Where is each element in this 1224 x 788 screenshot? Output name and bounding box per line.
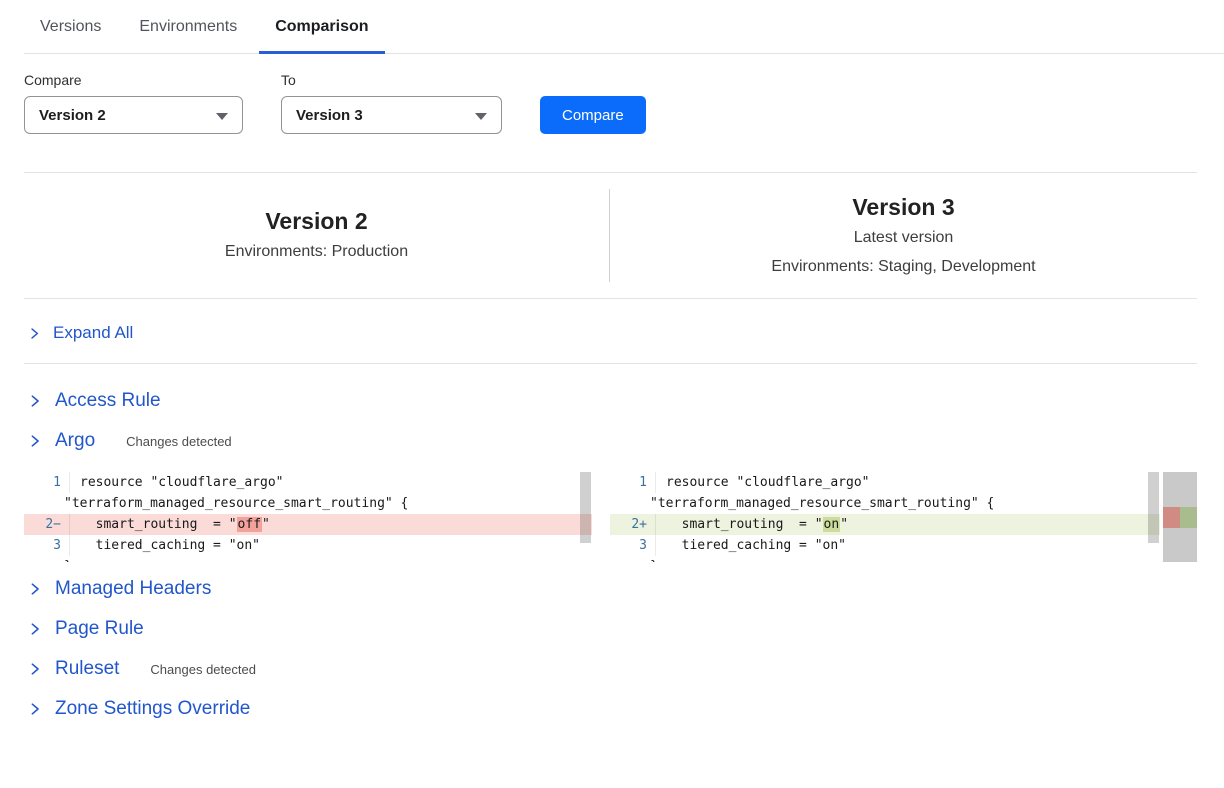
code-text: smart_routing = "off" bbox=[70, 514, 592, 535]
line-number bbox=[24, 556, 54, 562]
line-number: 3 bbox=[24, 535, 70, 556]
line-number bbox=[24, 493, 54, 514]
vertical-scrollbar[interactable] bbox=[579, 472, 592, 562]
diff-line: 1 resource "cloudflare_argo" bbox=[24, 472, 592, 493]
section-label: Argo bbox=[55, 430, 95, 452]
code-segment: smart_routing = " bbox=[666, 517, 823, 532]
section-zone-settings-override[interactable]: Zone Settings Override bbox=[28, 698, 250, 720]
comparison-page: Versions Environments Comparison Compare… bbox=[0, 0, 1224, 720]
chevron-right-icon bbox=[28, 434, 42, 448]
diff-line-clipped: } bbox=[610, 556, 1160, 562]
diff-pane-version-2: 1 resource "cloudflare_argo" "terraform_… bbox=[24, 472, 592, 562]
diff-right-group: 1 resource "cloudflare_argo" "terraform_… bbox=[610, 472, 1197, 562]
argo-diff-viewer: 1 resource "cloudflare_argo" "terraform_… bbox=[24, 472, 1197, 562]
version-right-header: Version 3 Latest version Environments: S… bbox=[610, 173, 1197, 298]
compare-from-value: Version 2 bbox=[39, 107, 106, 124]
diff-line-wrapped: "terraform_managed_resource_smart_routin… bbox=[24, 493, 592, 514]
diff-overview-ruler[interactable] bbox=[1163, 472, 1197, 562]
compare-button[interactable]: Compare bbox=[540, 96, 646, 134]
code-text: } bbox=[54, 556, 592, 562]
line-number: 2− bbox=[24, 514, 70, 535]
compare-from-field: Compare Version 2 bbox=[24, 72, 243, 134]
compare-from-label: Compare bbox=[24, 72, 243, 88]
chevron-right-icon bbox=[28, 662, 42, 676]
chevron-right-icon bbox=[28, 327, 41, 340]
section-label: Access Rule bbox=[55, 390, 161, 412]
version-right-title: Version 3 bbox=[852, 192, 954, 222]
version-headers: Version 2 Environments: Production Versi… bbox=[24, 173, 1197, 299]
scrollbar-thumb[interactable] bbox=[580, 472, 591, 543]
chevron-right-icon bbox=[28, 582, 42, 596]
changes-detected-badge: Changes detected bbox=[150, 662, 256, 677]
chevron-right-icon bbox=[28, 394, 42, 408]
tab-versions[interactable]: Versions bbox=[24, 0, 117, 53]
code-text: } bbox=[640, 556, 1160, 562]
line-number: 1 bbox=[24, 472, 70, 493]
section-access-rule[interactable]: Access Rule bbox=[28, 390, 161, 412]
version-left-title: Version 2 bbox=[265, 206, 367, 236]
section-managed-headers[interactable]: Managed Headers bbox=[28, 578, 211, 600]
compare-to-label: To bbox=[281, 72, 502, 88]
line-number bbox=[610, 493, 640, 514]
expand-all-section: Expand All bbox=[24, 299, 1197, 364]
tab-environments[interactable]: Environments bbox=[123, 0, 253, 53]
compare-to-value: Version 3 bbox=[296, 107, 363, 124]
chevron-right-icon bbox=[28, 622, 42, 636]
section-argo[interactable]: Argo Changes detected bbox=[28, 430, 232, 452]
version-left-header: Version 2 Environments: Production bbox=[24, 173, 609, 298]
diff-pane-version-3: 1 resource "cloudflare_argo" "terraform_… bbox=[610, 472, 1160, 562]
code-text: tiered_caching = "on" bbox=[70, 535, 592, 556]
added-chunk-marker bbox=[1180, 507, 1197, 528]
code-segment: " bbox=[840, 517, 848, 532]
compare-filter-bar: Compare Version 2 To Version 3 Compare bbox=[24, 72, 1224, 134]
diff-line-removed: 2− smart_routing = "off" bbox=[24, 514, 592, 535]
version-left-environments: Environments: Production bbox=[225, 238, 408, 265]
diff-line: 1 resource "cloudflare_argo" bbox=[610, 472, 1160, 493]
vertical-scrollbar[interactable] bbox=[1147, 472, 1160, 562]
code-text: tiered_caching = "on" bbox=[656, 535, 1160, 556]
diff-line: 3 tiered_caching = "on" bbox=[24, 535, 592, 556]
removed-chunk-marker bbox=[1163, 507, 1180, 528]
removed-word-highlight: off bbox=[237, 517, 262, 532]
section-label: Ruleset bbox=[55, 658, 119, 680]
expand-all-label: Expand All bbox=[53, 323, 133, 343]
expand-all-button[interactable]: Expand All bbox=[28, 323, 133, 343]
changes-detected-badge: Changes detected bbox=[126, 434, 232, 449]
line-number: 2+ bbox=[610, 514, 656, 535]
compare-from-select[interactable]: Version 2 bbox=[24, 96, 243, 134]
added-word-highlight: on bbox=[823, 517, 841, 532]
code-text: "terraform_managed_resource_smart_routin… bbox=[640, 493, 1160, 514]
section-ruleset[interactable]: Ruleset Changes detected bbox=[28, 658, 256, 680]
tab-bar: Versions Environments Comparison bbox=[24, 0, 1224, 54]
line-number bbox=[610, 556, 640, 562]
diff-line: 3 tiered_caching = "on" bbox=[610, 535, 1160, 556]
tab-comparison[interactable]: Comparison bbox=[259, 0, 384, 53]
compare-to-select[interactable]: Version 3 bbox=[281, 96, 502, 134]
code-text: smart_routing = "on" bbox=[656, 514, 1160, 535]
version-right-subtitle: Latest version bbox=[854, 224, 954, 251]
scrollbar-thumb[interactable] bbox=[1148, 472, 1159, 543]
section-label: Zone Settings Override bbox=[55, 698, 250, 720]
line-number: 3 bbox=[610, 535, 656, 556]
code-text: resource "cloudflare_argo" bbox=[70, 472, 592, 493]
version-right-environments: Environments: Staging, Development bbox=[771, 253, 1035, 280]
compare-to-field: To Version 3 bbox=[281, 72, 502, 134]
diff-line-added: 2+ smart_routing = "on" bbox=[610, 514, 1160, 535]
code-text: "terraform_managed_resource_smart_routin… bbox=[54, 493, 592, 514]
code-segment: smart_routing = " bbox=[80, 517, 237, 532]
section-label: Page Rule bbox=[55, 618, 144, 640]
code-text: resource "cloudflare_argo" bbox=[656, 472, 1160, 493]
line-number: 1 bbox=[610, 472, 656, 493]
code-segment: " bbox=[262, 517, 270, 532]
diff-line-clipped: } bbox=[24, 556, 592, 562]
section-label: Managed Headers bbox=[55, 578, 211, 600]
diff-line-wrapped: "terraform_managed_resource_smart_routin… bbox=[610, 493, 1160, 514]
section-page-rule[interactable]: Page Rule bbox=[28, 618, 144, 640]
chevron-right-icon bbox=[28, 702, 42, 716]
